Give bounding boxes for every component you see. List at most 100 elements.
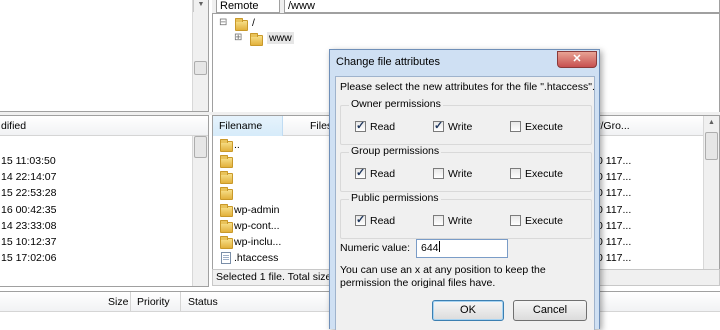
list-item[interactable]: 14 23:33:08 (1, 220, 56, 232)
public-permissions-group: Public permissions ✓ Read Write Execute (340, 192, 592, 239)
chevron-down-icon: ▼ (197, 1, 205, 8)
numeric-value-text: 644 (421, 242, 439, 254)
checkbox-label[interactable]: Write (448, 168, 472, 180)
remote-site-label: Remote site: (216, 0, 280, 24)
column-header-last-modified[interactable]: dified (1, 120, 26, 132)
owner-read-checkbox[interactable]: ✓ (355, 120, 366, 132)
folder-icon (220, 220, 233, 233)
column-header-status[interactable]: Status (188, 296, 218, 308)
column-header-filename-label: Filename (219, 120, 263, 132)
list-item[interactable] (217, 154, 327, 169)
list-item[interactable]: 15 11:03:50 (1, 155, 56, 167)
group-permissions-group: Group permissions ✓ Read Write Execute (340, 145, 592, 192)
list-item-selected[interactable]: .htaccess (217, 251, 327, 266)
owner-value: 0 117... (597, 220, 632, 232)
file-name: wp-admin (234, 204, 280, 216)
checkbox-label[interactable]: Read (370, 121, 395, 133)
owner-value: 0 117... (597, 171, 632, 183)
local-list-scrollbar[interactable] (192, 136, 208, 286)
owner-value: 0 117... (597, 187, 632, 199)
checkmark-icon: ✓ (356, 214, 366, 226)
checkbox-label[interactable]: Read (370, 215, 395, 227)
checkmark-icon: ✓ (434, 120, 444, 132)
folder-icon (220, 139, 233, 152)
scrollbar-thumb[interactable] (705, 132, 718, 160)
column-divider (130, 292, 131, 312)
checkbox-label[interactable]: Execute (525, 215, 563, 227)
file-name: .. (234, 139, 240, 151)
list-item[interactable]: 15 17:02:06 (1, 252, 56, 264)
folder-icon (220, 171, 233, 184)
column-header-filename[interactable]: Filename (213, 116, 283, 136)
public-read-checkbox[interactable]: ✓ (355, 214, 366, 226)
local-tree-pane[interactable]: ▲ (0, 0, 209, 112)
checkmark-icon: ✓ (356, 167, 366, 179)
list-item[interactable]: 14 22:14:07 (1, 171, 56, 183)
owner-execute-checkbox[interactable] (510, 121, 521, 132)
ok-button[interactable]: OK (432, 300, 504, 321)
checkmark-icon: ✓ (356, 120, 366, 132)
group-title: Owner permissions (349, 98, 443, 110)
list-item[interactable]: .. (217, 138, 327, 153)
close-icon: ✕ (572, 53, 582, 65)
file-name: wp-cont... (234, 220, 280, 232)
folder-icon (220, 155, 233, 168)
expand-toggle-icon[interactable]: ⊞ (234, 32, 242, 43)
group-read-checkbox[interactable]: ✓ (355, 167, 366, 179)
public-execute-checkbox[interactable] (510, 215, 521, 226)
text-cursor (438, 241, 440, 252)
local-list-header: dified (0, 116, 208, 136)
cancel-button[interactable]: Cancel (513, 300, 587, 321)
scroll-up-arrow-icon[interactable]: ▲ (704, 116, 719, 130)
column-header-priority[interactable]: Priority (137, 296, 170, 308)
checkbox-label[interactable]: Execute (525, 121, 563, 133)
remote-path-input[interactable]: /www (284, 0, 720, 13)
public-write-checkbox[interactable] (433, 215, 444, 226)
dialog-title: Change file attributes (336, 56, 440, 68)
file-icon (221, 252, 231, 264)
scrollbar-thumb[interactable] (194, 136, 207, 158)
dialog-body: Please select the new attributes for the… (335, 76, 595, 330)
list-item[interactable]: wp-inclu... (217, 235, 327, 250)
folder-icon (220, 204, 233, 217)
checkbox-label[interactable]: Write (448, 215, 472, 227)
tree-node-www[interactable]: ⊞ www (234, 32, 314, 46)
change-file-attributes-dialog: Change file attributes ✕ Please select t… (329, 49, 600, 330)
dialog-hint: You can use an x at any position to keep… (340, 264, 546, 289)
numeric-value-label: Numeric value: (340, 242, 411, 254)
tree-node-label: / (252, 17, 255, 29)
list-item[interactable] (217, 186, 327, 201)
list-item[interactable]: wp-admin (217, 203, 327, 218)
column-header-owner-group[interactable]: r/Gro... (597, 120, 630, 132)
group-title: Public permissions (349, 192, 441, 204)
owner-value: 0 117... (597, 155, 632, 167)
list-item[interactable]: 16 00:42:35 (1, 204, 56, 216)
file-name: wp-inclu... (234, 236, 282, 248)
folder-icon (220, 187, 233, 200)
checkbox-label[interactable]: Execute (525, 168, 563, 180)
tree-node-root[interactable]: ⊟ / (219, 17, 279, 31)
remote-list-scrollbar[interactable]: ▲ (703, 116, 719, 270)
owner-write-checkbox[interactable]: ✓ (433, 120, 444, 132)
checkbox-label[interactable]: Write (448, 121, 472, 133)
owner-value: 0 117... (597, 252, 632, 264)
dialog-close-button[interactable]: ✕ (557, 51, 597, 68)
column-header-size[interactable]: Size (108, 296, 128, 308)
group-execute-checkbox[interactable] (510, 168, 521, 179)
group-title: Group permissions (349, 145, 442, 157)
collapse-toggle-icon[interactable]: ⊟ (219, 17, 227, 28)
group-write-checkbox[interactable] (433, 168, 444, 179)
file-name: .htaccess (234, 252, 279, 264)
checkbox-label[interactable]: Read (370, 168, 395, 180)
numeric-value-input[interactable]: 644 (416, 239, 508, 258)
list-item[interactable] (217, 170, 327, 185)
folder-icon (220, 236, 233, 249)
list-item[interactable]: 15 10:12:37 (1, 236, 56, 248)
list-item[interactable]: wp-cont... (217, 219, 327, 234)
local-tree-scrollbar[interactable]: ▲ (192, 0, 208, 111)
scrollbar-thumb[interactable] (194, 61, 207, 75)
tree-node-label: www (267, 32, 294, 44)
local-path-dropdown-button[interactable]: ▼ (193, 0, 208, 12)
list-item[interactable]: 15 22:53:28 (1, 187, 56, 199)
local-file-list[interactable]: dified 15 11:03:50 14 22:14:07 15 22:53:… (0, 115, 209, 287)
